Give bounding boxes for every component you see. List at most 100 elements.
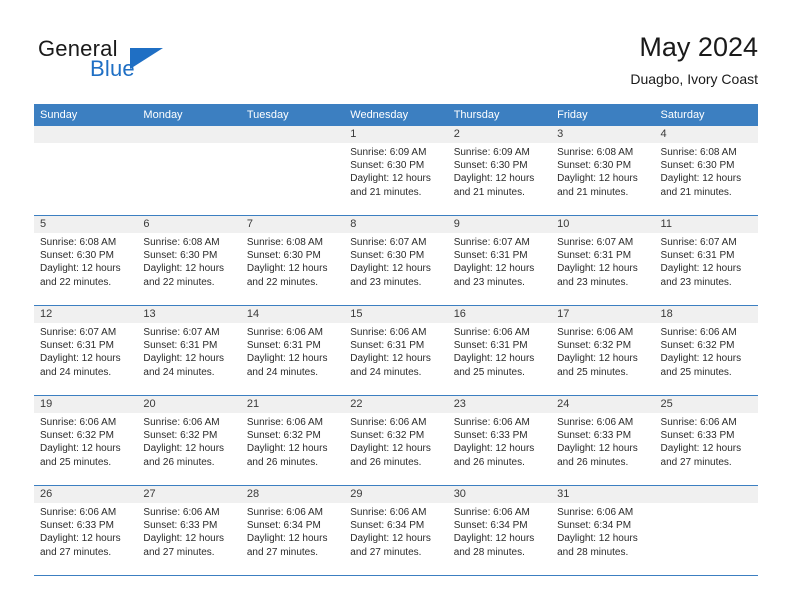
sunset-text: Sunset: 6:30 PM	[350, 250, 425, 262]
calendar-day-cell[interactable]: 26 Sunrise: 6:06 AM Sunset: 6:33 PM Dayl…	[34, 486, 138, 575]
calendar-day-cell[interactable]: 6 Sunrise: 6:08 AM Sunset: 6:30 PM Dayli…	[137, 216, 241, 305]
day-number-band: 21	[240, 396, 345, 413]
calendar-day-cell[interactable]: 5 Sunrise: 6:08 AM Sunset: 6:30 PM Dayli…	[34, 216, 138, 305]
sunset-text: Sunset: 6:31 PM	[246, 340, 321, 352]
calendar-day-cell[interactable]: 30 Sunrise: 6:06 AM Sunset: 6:34 PM Dayl…	[447, 486, 552, 575]
daylight-text-line1: Daylight: 12 hours	[143, 533, 225, 545]
calendar-day-cell[interactable]: 24 Sunrise: 6:06 AM Sunset: 6:33 PM Dayl…	[551, 396, 655, 485]
sunset-text: Sunset: 6:34 PM	[246, 520, 321, 532]
daylight-text-line2: and 21 minutes.	[660, 186, 732, 198]
calendar-day-cell[interactable]	[137, 126, 241, 215]
calendar-day-cell[interactable]	[240, 126, 345, 215]
daylight-text-line2: and 26 minutes.	[143, 456, 215, 468]
day-number-band: 3	[551, 126, 655, 143]
title-block: May 2024 Duagbo, Ivory Coast	[630, 30, 758, 90]
day-number-band: 15	[344, 306, 448, 323]
sunrise-text: Sunrise: 6:06 AM	[660, 327, 737, 338]
sunrise-text: Sunrise: 6:09 AM	[350, 147, 427, 158]
calendar-day-cell[interactable]: 12 Sunrise: 6:07 AM Sunset: 6:31 PM Dayl…	[34, 306, 138, 395]
day-number: 12	[40, 308, 53, 320]
daylight-text-line2: and 25 minutes.	[453, 366, 525, 378]
calendar-week-row: 5 Sunrise: 6:08 AM Sunset: 6:30 PM Dayli…	[34, 215, 758, 305]
calendar-day-cell[interactable]: 19 Sunrise: 6:06 AM Sunset: 6:32 PM Dayl…	[34, 396, 138, 485]
calendar-day-cell[interactable]: 31 Sunrise: 6:06 AM Sunset: 6:34 PM Dayl…	[551, 486, 655, 575]
day-number: 5	[40, 218, 47, 230]
day-number: 19	[40, 398, 53, 410]
day-number: 23	[453, 398, 466, 410]
calendar-day-cell[interactable]	[34, 126, 138, 215]
calendar-day-cell[interactable]: 8 Sunrise: 6:07 AM Sunset: 6:30 PM Dayli…	[344, 216, 448, 305]
day-number: 26	[40, 488, 53, 500]
calendar-day-cell[interactable]: 2 Sunrise: 6:09 AM Sunset: 6:30 PM Dayli…	[447, 126, 552, 215]
day-details: Sunrise: 6:06 AM Sunset: 6:31 PM Dayligh…	[241, 323, 344, 379]
sunset-text: Sunset: 6:32 PM	[246, 430, 321, 442]
calendar-day-cell[interactable]: 17 Sunrise: 6:06 AM Sunset: 6:32 PM Dayl…	[551, 306, 655, 395]
day-number: 21	[246, 398, 260, 410]
day-details: Sunrise: 6:06 AM Sunset: 6:33 PM Dayligh…	[551, 413, 654, 469]
daylight-text-line2: and 24 minutes.	[246, 366, 319, 378]
calendar-day-cell[interactable]: 10 Sunrise: 6:07 AM Sunset: 6:31 PM Dayl…	[551, 216, 655, 305]
sunset-text: Sunset: 6:30 PM	[453, 160, 528, 172]
day-number: 31	[557, 488, 570, 500]
day-number-band: 26	[34, 486, 138, 503]
day-number-band: 27	[137, 486, 241, 503]
calendar-day-cell[interactable]: 1 Sunrise: 6:09 AM Sunset: 6:30 PM Dayli…	[344, 126, 448, 215]
sunrise-text: Sunrise: 6:06 AM	[246, 507, 323, 518]
daylight-text-line1: Daylight: 12 hours	[557, 173, 638, 185]
sunrise-text: Sunrise: 6:06 AM	[453, 327, 530, 338]
calendar-day-cell[interactable]: 21 Sunrise: 6:06 AM Sunset: 6:32 PM Dayl…	[240, 396, 345, 485]
sunrise-text: Sunrise: 6:08 AM	[40, 237, 117, 248]
day-number-band: 11	[654, 216, 758, 233]
calendar-day-cell[interactable]: 4 Sunrise: 6:08 AM Sunset: 6:30 PM Dayli…	[654, 126, 758, 215]
calendar-day-cell[interactable]	[654, 486, 758, 575]
day-number-band: 16	[447, 306, 552, 323]
sunrise-text: Sunrise: 6:07 AM	[453, 237, 530, 248]
daylight-text-line1: Daylight: 12 hours	[453, 443, 535, 455]
daylight-text-line1: Daylight: 12 hours	[557, 353, 638, 365]
day-number-band: 28	[240, 486, 345, 503]
daylight-text-line2: and 24 minutes.	[143, 366, 215, 378]
calendar-day-cell[interactable]: 20 Sunrise: 6:06 AM Sunset: 6:32 PM Dayl…	[137, 396, 241, 485]
sunrise-text: Sunrise: 6:06 AM	[557, 327, 634, 338]
day-details: Sunrise: 6:07 AM Sunset: 6:31 PM Dayligh…	[137, 323, 240, 379]
day-number-band: 31	[551, 486, 655, 503]
day-number: 8	[350, 218, 357, 230]
calendar-page: General Blue May 2024 Duagbo, Ivory Coas…	[0, 0, 792, 612]
calendar-day-cell[interactable]: 3 Sunrise: 6:08 AM Sunset: 6:30 PM Dayli…	[551, 126, 655, 215]
calendar-day-cell[interactable]: 27 Sunrise: 6:06 AM Sunset: 6:33 PM Dayl…	[137, 486, 241, 575]
sunrise-text: Sunrise: 6:08 AM	[143, 237, 220, 248]
calendar-day-cell[interactable]: 28 Sunrise: 6:06 AM Sunset: 6:34 PM Dayl…	[240, 486, 345, 575]
sunset-text: Sunset: 6:31 PM	[660, 250, 735, 262]
calendar-day-cell[interactable]: 25 Sunrise: 6:06 AM Sunset: 6:33 PM Dayl…	[654, 396, 758, 485]
day-details: Sunrise: 6:06 AM Sunset: 6:32 PM Dayligh…	[551, 323, 654, 379]
day-number-band: 6	[137, 216, 241, 233]
calendar-day-cell[interactable]: 9 Sunrise: 6:07 AM Sunset: 6:31 PM Dayli…	[447, 216, 552, 305]
calendar-day-cell[interactable]: 13 Sunrise: 6:07 AM Sunset: 6:31 PM Dayl…	[137, 306, 241, 395]
day-details: Sunrise: 6:06 AM Sunset: 6:32 PM Dayligh…	[34, 413, 137, 469]
calendar-day-cell[interactable]: 14 Sunrise: 6:06 AM Sunset: 6:31 PM Dayl…	[240, 306, 345, 395]
day-details: Sunrise: 6:06 AM Sunset: 6:32 PM Dayligh…	[241, 413, 344, 469]
weekday-header-thursday: Thursday	[453, 109, 500, 121]
calendar-day-cell[interactable]: 15 Sunrise: 6:06 AM Sunset: 6:31 PM Dayl…	[344, 306, 448, 395]
calendar-day-cell[interactable]: 16 Sunrise: 6:06 AM Sunset: 6:31 PM Dayl…	[447, 306, 552, 395]
calendar-day-cell[interactable]: 18 Sunrise: 6:06 AM Sunset: 6:32 PM Dayl…	[654, 306, 758, 395]
day-number-band: 8	[344, 216, 448, 233]
day-number-band: 19	[34, 396, 138, 413]
weekday-header-friday: Friday	[557, 109, 588, 121]
calendar-day-cell[interactable]: 23 Sunrise: 6:06 AM Sunset: 6:33 PM Dayl…	[447, 396, 552, 485]
day-details: Sunrise: 6:08 AM Sunset: 6:30 PM Dayligh…	[34, 233, 137, 289]
day-details: Sunrise: 6:08 AM Sunset: 6:30 PM Dayligh…	[241, 233, 344, 289]
daylight-text-line2: and 23 minutes.	[557, 276, 629, 288]
weekday-header-tuesday: Tuesday	[246, 109, 289, 121]
day-number-band: 24	[551, 396, 655, 413]
sunset-text: Sunset: 6:33 PM	[453, 430, 528, 442]
day-details: Sunrise: 6:06 AM Sunset: 6:33 PM Dayligh…	[34, 503, 137, 559]
daylight-text-line2: and 23 minutes.	[453, 276, 525, 288]
day-number-band: 23	[447, 396, 552, 413]
day-number-band: 17	[551, 306, 655, 323]
calendar-day-cell[interactable]: 7 Sunrise: 6:08 AM Sunset: 6:30 PM Dayli…	[240, 216, 345, 305]
sunrise-text: Sunrise: 6:08 AM	[660, 147, 737, 158]
calendar-day-cell[interactable]: 11 Sunrise: 6:07 AM Sunset: 6:31 PM Dayl…	[654, 216, 758, 305]
calendar-day-cell[interactable]: 29 Sunrise: 6:06 AM Sunset: 6:34 PM Dayl…	[344, 486, 448, 575]
calendar-day-cell[interactable]: 22 Sunrise: 6:06 AM Sunset: 6:32 PM Dayl…	[344, 396, 448, 485]
